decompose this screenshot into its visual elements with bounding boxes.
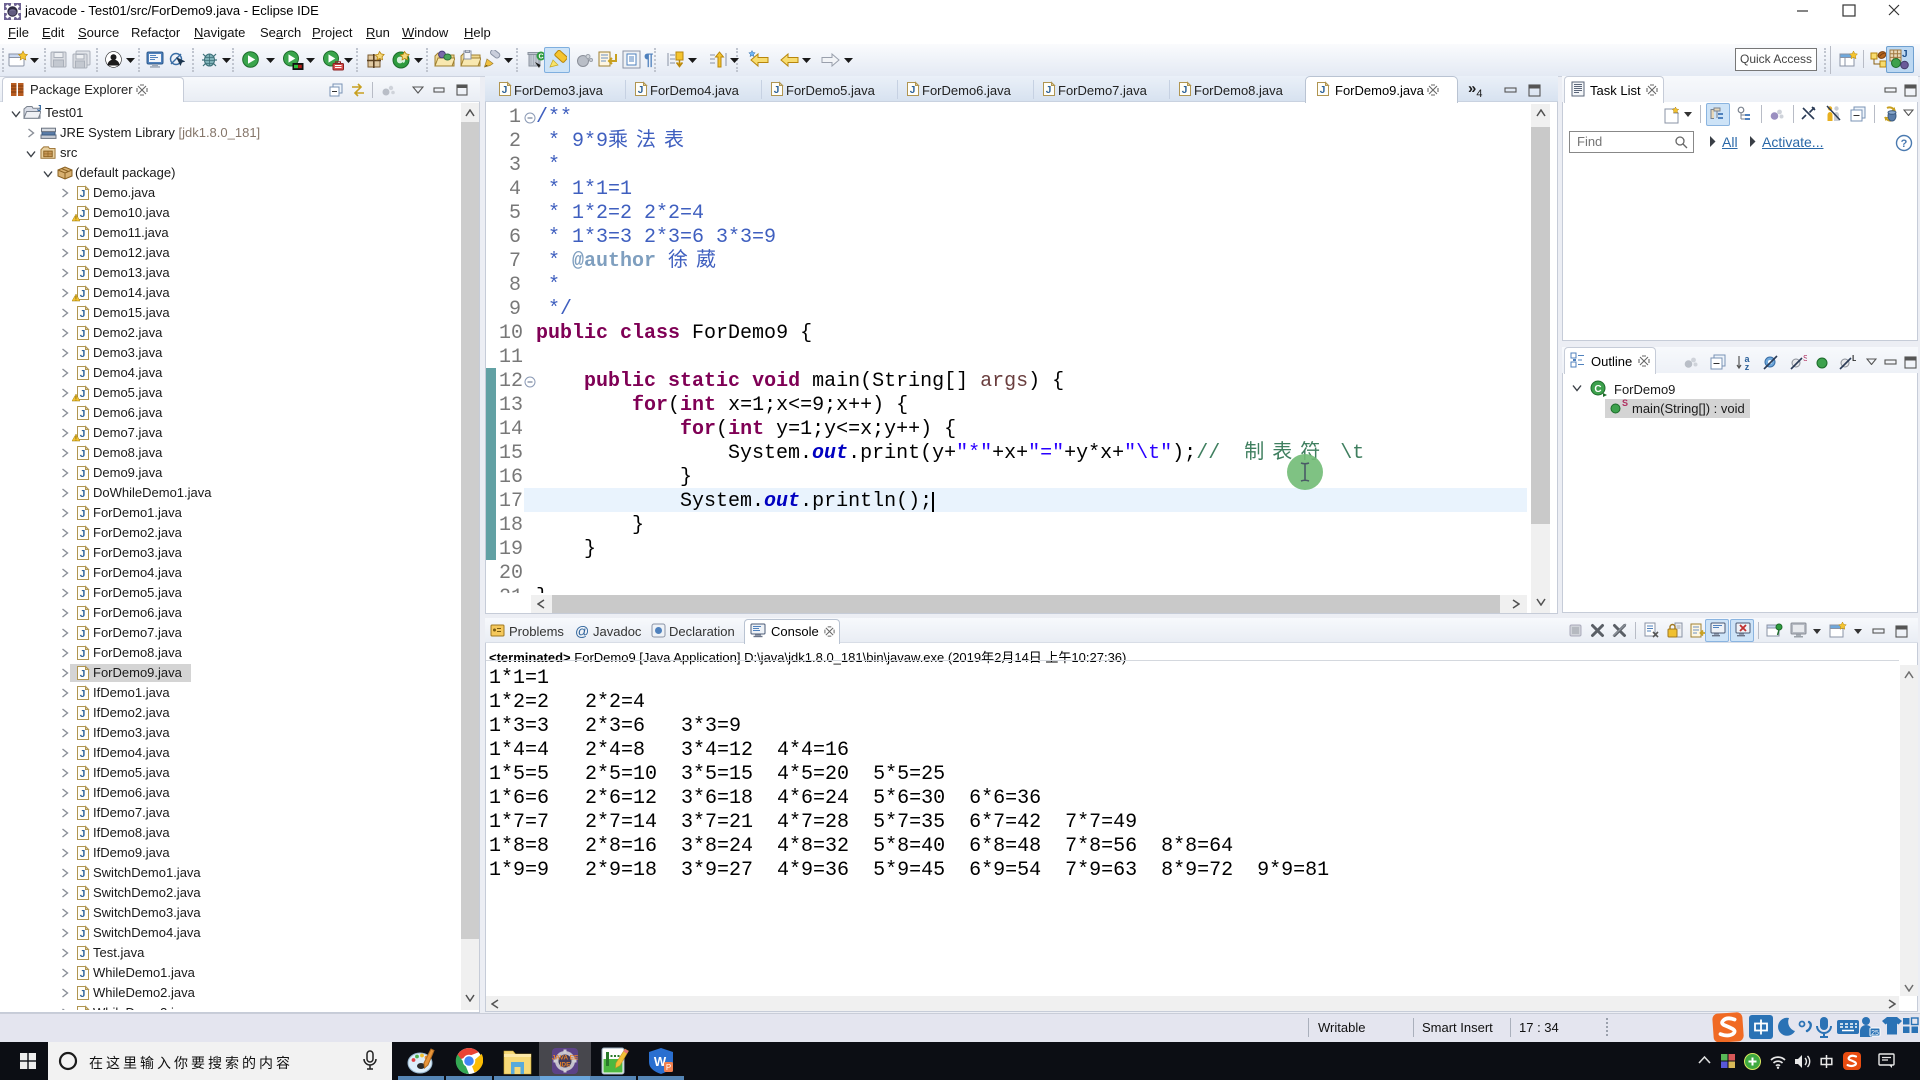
svg-text:P: P — [666, 1063, 671, 1072]
svg-text:J: J — [1902, 49, 1908, 60]
svg-text:25: 25 — [1871, 1030, 1879, 1037]
svg-text:C: C — [1594, 384, 1601, 395]
svg-text:?: ? — [1901, 138, 1908, 150]
svg-text:L: L — [1852, 354, 1856, 363]
svg-text:IDE: IDE — [560, 1062, 572, 1069]
svg-text:JAVA EE: JAVA EE — [552, 1055, 579, 1062]
svg-text:C: C — [538, 54, 543, 61]
svg-text:z: z — [1745, 362, 1750, 371]
svg-text:S: S — [1803, 354, 1807, 363]
